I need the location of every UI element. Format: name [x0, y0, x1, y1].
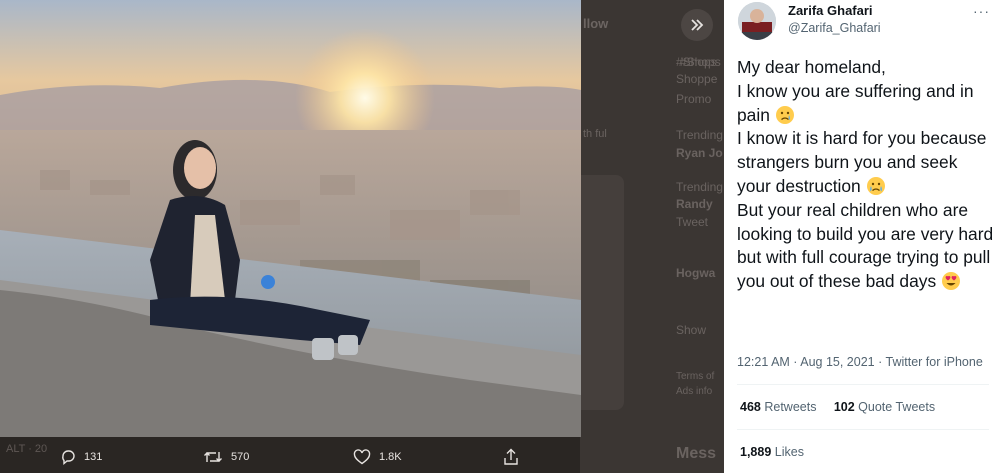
tweet-detail-panel: Zarifa Ghafari @Zarifa_Ghafari ··· My de… — [724, 0, 1000, 473]
bg-trend-7: Randy — [676, 197, 713, 211]
bg-trend-4: Trending — [676, 128, 723, 142]
tweet-photo[interactable] — [0, 0, 581, 437]
tweet-line: I know it is hard for you because strang… — [737, 128, 987, 196]
retweets-stat[interactable]: 468 Retweets — [740, 400, 816, 414]
bg-ads: Ads info — [676, 386, 713, 397]
bg-trend-6: Trending — [676, 180, 723, 194]
bg-trend-1: #Shops — [676, 55, 717, 69]
like-count: 1.8K — [379, 450, 402, 463]
share-button[interactable] — [503, 440, 519, 473]
tweet-timestamp: 12:21 AM · Aug 15, 2021 · Twitter for iP… — [737, 355, 983, 369]
reply-icon — [62, 449, 75, 465]
crying-face-icon — [866, 176, 885, 195]
expand-panel-button[interactable] — [681, 9, 713, 41]
reply-count: 131 — [84, 450, 103, 463]
divider — [737, 384, 989, 385]
bg-terms: Terms of — [676, 371, 715, 382]
bg-follow-label: llow — [583, 16, 609, 31]
bg-trend-3: Promo — [676, 92, 712, 106]
bg-reply-snippet: th ful — [583, 128, 607, 140]
avatar-image — [738, 2, 776, 40]
tweet-time[interactable]: 12:21 AM · Aug 15, 2021 · — [737, 355, 882, 369]
more-icon[interactable]: ··· — [973, 3, 990, 19]
quotes-stat[interactable]: 102 Quote Tweets — [834, 400, 935, 414]
like-button[interactable]: 1.8K — [353, 440, 402, 473]
heart-icon — [353, 448, 371, 464]
tweet-line: But your real children who are looking t… — [737, 199, 994, 292]
bg-trend-2: Shoppe — [676, 72, 718, 86]
tweet-source[interactable]: Twitter for iPhone — [886, 355, 983, 369]
engagement-stats: 468 Retweets 102 Quote Tweets — [740, 400, 935, 414]
tweet-line: My dear homeland, — [737, 57, 886, 77]
author-handle[interactable]: @Zarifa_Ghafari — [788, 21, 881, 35]
bg-trend-9: Hogwa — [676, 266, 716, 280]
bg-messages: Mess — [676, 445, 717, 462]
likes-stat[interactable]: 1,889 Likes — [740, 445, 804, 459]
retweet-button[interactable]: 570 — [203, 440, 249, 473]
bg-trend-8: Tweet — [676, 215, 709, 229]
reply-button[interactable]: 131 — [60, 440, 102, 473]
tweet-line: I know you are suffering and in pain — [737, 80, 974, 125]
retweet-count: 570 — [231, 450, 250, 463]
bg-show-more: Show — [676, 323, 707, 337]
share-icon — [504, 448, 518, 465]
tweet-action-bar: 131 570 1.8K — [40, 440, 540, 473]
retweet-icon — [204, 451, 222, 462]
crying-face-icon — [775, 105, 794, 124]
double-chevron-right-icon — [691, 19, 704, 31]
background-card — [580, 175, 624, 410]
photo-image — [0, 0, 581, 437]
tweet-text: My dear homeland, I know you are sufferi… — [737, 56, 995, 294]
heart-eyes-face-icon — [942, 272, 961, 291]
avatar[interactable] — [738, 2, 776, 40]
divider — [737, 429, 989, 430]
bg-trend-5: Ryan Jo — [676, 146, 723, 160]
author-name[interactable]: Zarifa Ghafari — [788, 3, 873, 18]
background-page: #Shops — [580, 0, 725, 473]
